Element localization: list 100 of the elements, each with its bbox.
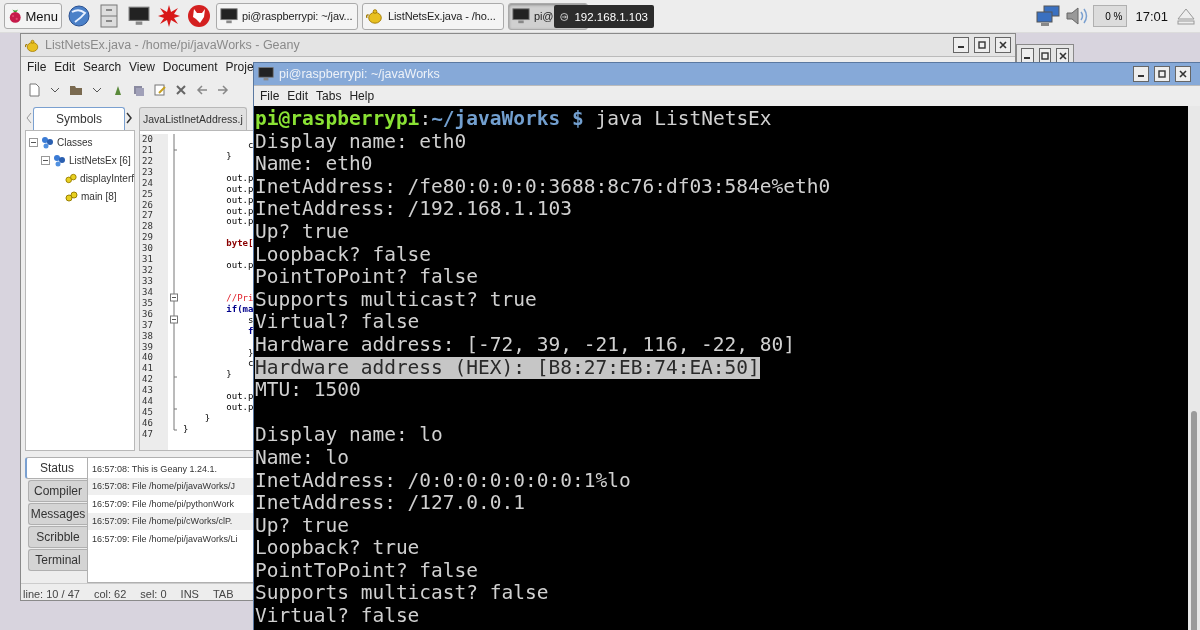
line-number: 31 — [141, 254, 154, 266]
line-number: 41 — [141, 363, 154, 375]
teapot-icon — [366, 7, 384, 25]
code-line: out.p — [225, 205, 254, 216]
back-arrow-icon[interactable] — [195, 83, 209, 97]
output-line: InetAddress: /192.168.1.103 — [255, 198, 572, 221]
code-line: out.p — [225, 216, 254, 227]
line-number: 30 — [141, 243, 154, 255]
menu-item[interactable]: Edit — [287, 89, 309, 103]
code-line: out.p — [225, 194, 254, 205]
maximize-button[interactable] — [1154, 66, 1170, 82]
code-line: out.p — [225, 183, 254, 194]
line-number: 24 — [141, 177, 154, 189]
panel-tab[interactable]: Status — [25, 457, 87, 479]
close-icon[interactable] — [174, 83, 188, 97]
class-icon — [53, 153, 66, 167]
minimize-button[interactable] — [953, 37, 969, 53]
line-number: 43 — [141, 385, 154, 397]
output-line: Hardware address: [-72, 39, -21, 116, -22, 80] — [255, 333, 796, 357]
line-number: 42 — [141, 374, 154, 386]
panel-tab[interactable]: Compiler — [28, 480, 87, 502]
monitor-icon — [220, 7, 238, 25]
line-number: 26 — [141, 199, 154, 211]
menu-item[interactable]: Document — [162, 60, 218, 74]
minimize-button[interactable] — [1133, 66, 1149, 82]
output-line: Name: lo — [255, 446, 349, 470]
maximize-button[interactable] — [974, 37, 990, 53]
output-line: Supports multicast? false — [255, 582, 549, 606]
document-tab[interactable]: JavaListInetAddress.j — [139, 106, 247, 130]
save-all-icon[interactable] — [132, 83, 146, 97]
sidebar-tab[interactable]: Symbols — [33, 106, 125, 130]
output-line: Supports multicast? true — [255, 288, 537, 312]
network-icon[interactable] — [1035, 5, 1062, 27]
code-line: out.p — [225, 260, 254, 271]
monitor-icon — [512, 7, 530, 25]
menu-button[interactable]: Menu — [4, 3, 62, 29]
line-number: 38 — [141, 330, 154, 342]
clock: 17:01 — [1134, 8, 1169, 24]
menu-item[interactable]: Edit — [54, 60, 76, 74]
close-button[interactable] — [1175, 66, 1191, 82]
output-line: InetAddress: /0:0:0:0:0:0:0:1%lo — [255, 469, 631, 493]
line-number: 28 — [141, 221, 154, 233]
collapse-toggle[interactable] — [29, 137, 38, 147]
output-line: MTU: 1500 — [255, 379, 361, 402]
status-message: 16:57:08: File /home/pi/javaWorks/J — [92, 481, 235, 492]
new-file-icon[interactable] — [27, 83, 41, 97]
menu-item[interactable]: View — [129, 60, 155, 74]
tree-item[interactable]: Classes — [57, 136, 93, 148]
output-line: Loopback? false — [255, 243, 432, 267]
code-line: byte[ — [225, 238, 254, 249]
code-line: out.p — [225, 391, 254, 402]
tree-item[interactable]: main [8] — [81, 190, 117, 202]
output-line: Loopback? true — [255, 537, 420, 560]
window-title: ListNetsEx.java - /home/pi/javaWorks - Geany — [45, 38, 301, 52]
cpu-meter: 0 % — [1093, 5, 1128, 27]
tree-item[interactable]: ListNetsEx [6] — [69, 154, 131, 166]
method-icon — [65, 172, 78, 184]
status-message: 16:57:09: File /home/pi/cWorks/clP. — [92, 516, 233, 527]
menu-item[interactable]: File — [260, 89, 280, 103]
collapse-toggle[interactable] — [41, 155, 50, 165]
maximize-icon — [978, 41, 986, 49]
line-number: 21 — [141, 144, 154, 156]
forward-arrow-icon[interactable] — [216, 83, 230, 97]
class-icon — [41, 135, 54, 149]
menu-item[interactable]: Tabs — [316, 89, 342, 103]
speaker-icon[interactable] — [1065, 5, 1090, 27]
menu-item[interactable]: Help — [349, 89, 375, 103]
prompt-line: pi@raspberrypi:~/javaWorks $ java ListNetsEx — [255, 108, 772, 131]
task-button[interactable]: pi@raspberrypi: ~/jav... — [216, 2, 358, 30]
menu-item[interactable]: Proje — [225, 60, 254, 74]
code-line: out.p — [225, 402, 254, 413]
panel-tab[interactable]: Scribble — [28, 526, 87, 548]
status-item: sel: 0 — [140, 588, 167, 600]
folder-icon[interactable] — [69, 83, 83, 97]
code-line: } — [225, 369, 232, 380]
output-line: InetAddress: /fe80:0:0:0:3688:8c76:df03:584e%eth0 — [255, 175, 831, 199]
tree-item[interactable]: displayInterf — [80, 172, 134, 184]
task-button[interactable]: ListNetsEx.java - /ho... — [362, 2, 504, 30]
teapot-icon — [25, 37, 40, 53]
panel-tab[interactable]: Terminal — [28, 549, 87, 571]
scrollbar[interactable] — [1188, 106, 1200, 630]
line-number: 34 — [141, 286, 154, 298]
menu-item[interactable]: Search — [83, 60, 122, 74]
panel-tab[interactable]: Messages — [28, 503, 87, 525]
code-line: f — [247, 325, 254, 336]
globe-icon[interactable] — [66, 2, 92, 30]
close-icon — [1179, 70, 1187, 78]
line-number: 37 — [141, 319, 154, 331]
code-line: out.p — [225, 172, 254, 183]
remote-icon — [560, 10, 569, 23]
menu-item[interactable]: File — [27, 60, 47, 74]
wolf-icon[interactable] — [186, 2, 212, 30]
line-number: 35 — [141, 297, 154, 309]
output-line: Display name: lo — [255, 424, 443, 447]
close-button[interactable] — [995, 37, 1011, 53]
window-title: pi@raspberrypi: ~/javaWorks — [279, 67, 441, 81]
code-line: } — [203, 413, 211, 424]
maximize-icon — [1158, 70, 1166, 78]
code-line: } — [247, 347, 254, 358]
line-number: 44 — [141, 396, 154, 408]
